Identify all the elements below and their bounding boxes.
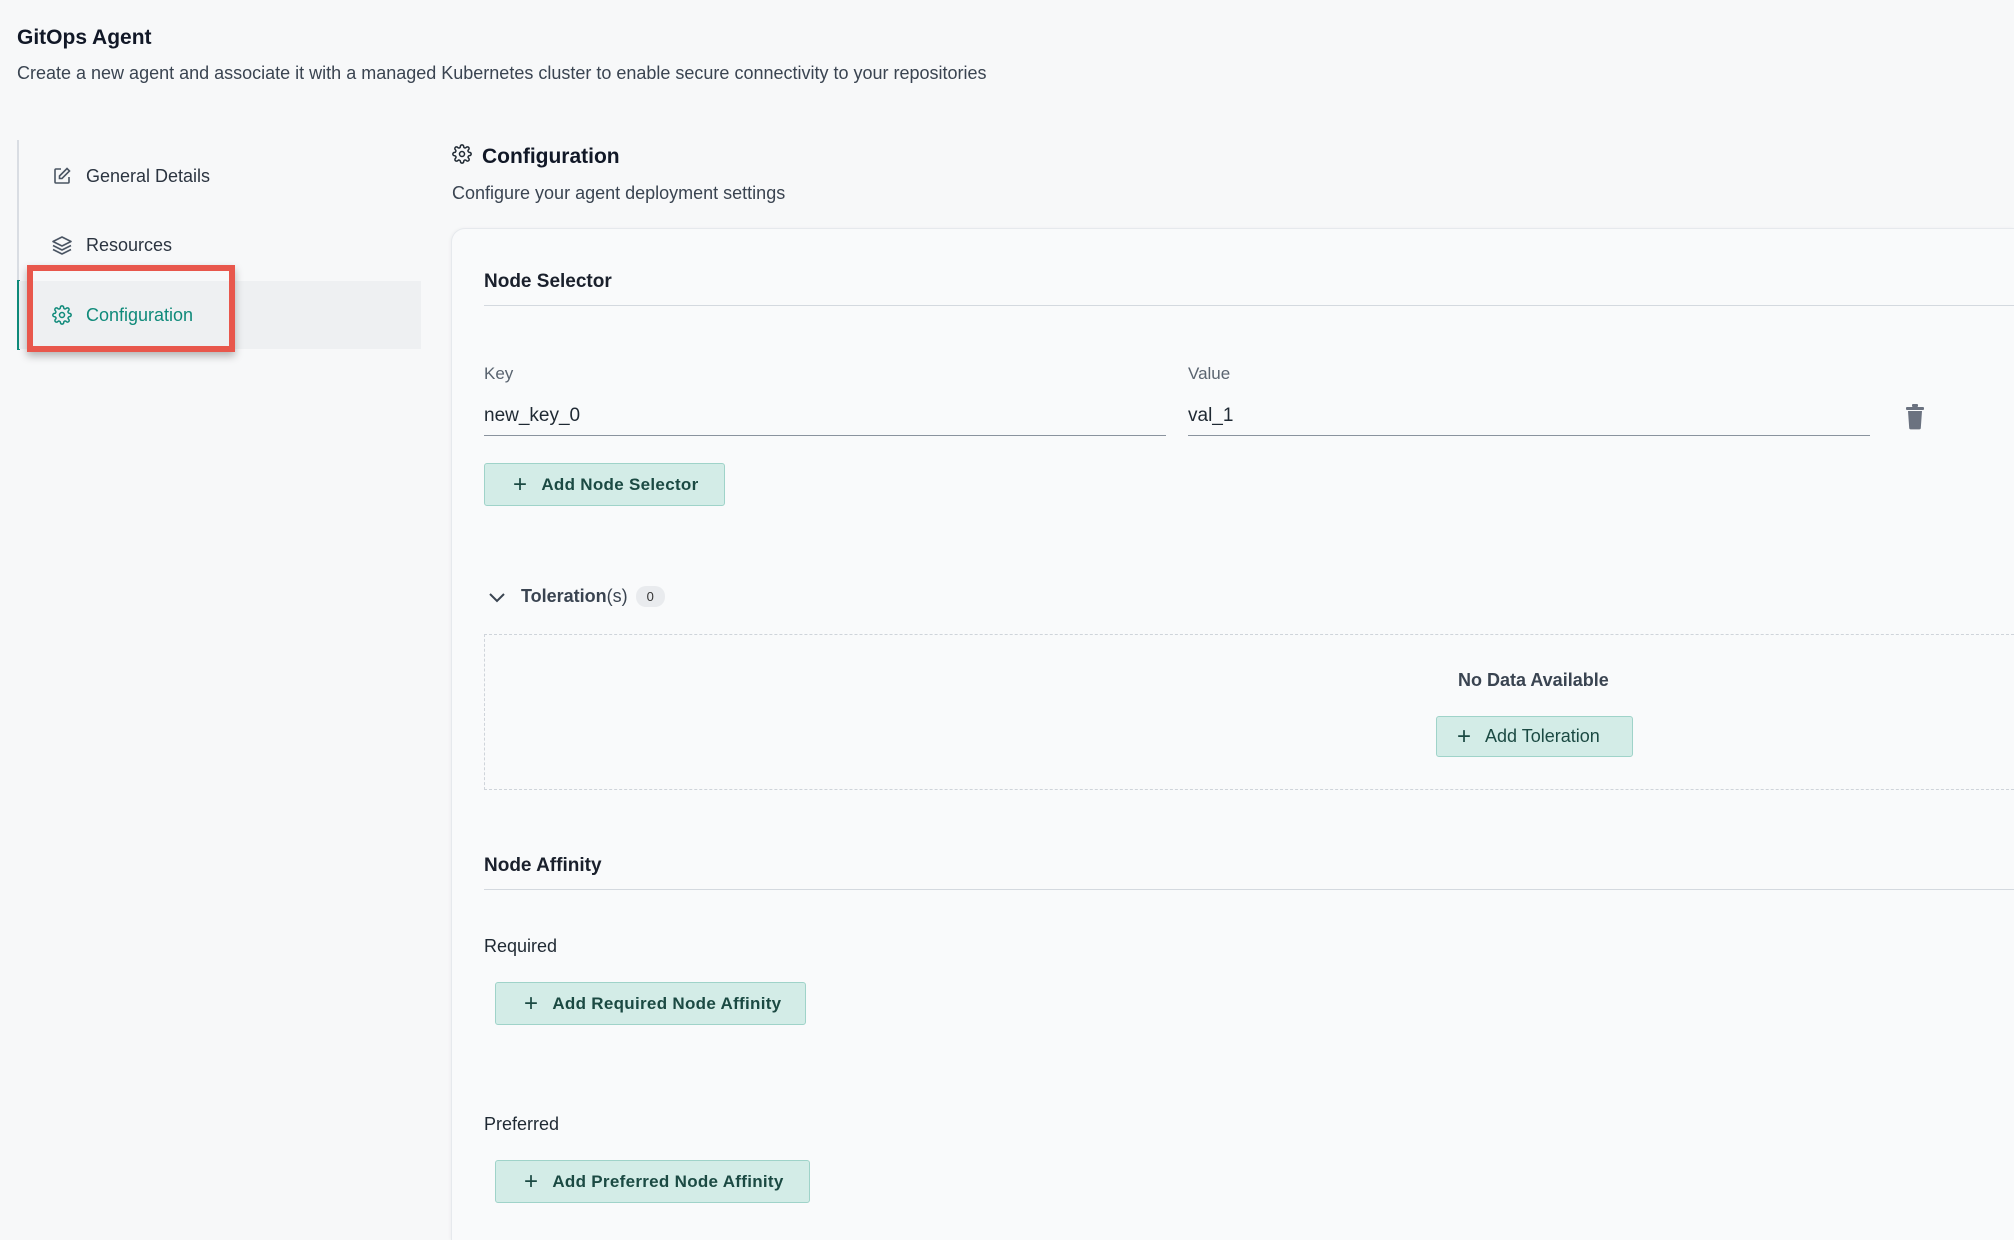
- delete-icon[interactable]: [1904, 404, 1926, 430]
- sidebar-item-configuration[interactable]: Configuration: [19, 281, 421, 349]
- add-preferred-node-affinity-button[interactable]: + Add Preferred Node Affinity: [495, 1160, 810, 1203]
- gear-icon: [452, 144, 472, 169]
- key-label: Key: [484, 364, 514, 383]
- tolerations-label: Toleration(s): [521, 586, 628, 607]
- sidebar-item-resources[interactable]: Resources: [19, 211, 421, 279]
- preferred-label: Preferred: [484, 1114, 560, 1134]
- plus-icon: +: [524, 1167, 539, 1195]
- tolerations-label-suffix: (s): [606, 586, 628, 606]
- button-label: Add Preferred Node Affinity: [552, 1171, 784, 1191]
- tolerations-empty-state: [484, 634, 2014, 790]
- node-selector-title: Node Selector: [484, 271, 612, 292]
- tolerations-header[interactable]: Toleration(s) 0: [487, 586, 665, 607]
- add-toleration-button[interactable]: + Add Toleration: [1436, 716, 1633, 757]
- section-title: Configuration: [482, 144, 620, 168]
- count-badge: 0: [635, 586, 665, 607]
- no-data-text: No Data Available: [1458, 670, 1609, 690]
- button-label: Add Toleration: [1485, 726, 1600, 746]
- divider: [484, 889, 2014, 890]
- value-label: Value: [1188, 364, 1231, 383]
- key-input[interactable]: [484, 396, 1166, 436]
- section-subtitle: Configure your agent deployment settings: [452, 183, 786, 203]
- page-subtitle: Create a new agent and associate it with…: [17, 63, 987, 83]
- add-required-node-affinity-button[interactable]: + Add Required Node Affinity: [495, 982, 806, 1025]
- main-header: Configuration Configure your agent deplo…: [452, 144, 785, 204]
- gear-icon: [51, 304, 73, 326]
- required-label: Required: [484, 936, 558, 956]
- plus-icon: +: [513, 470, 528, 498]
- sidebar-item-label: Resources: [86, 234, 173, 255]
- edit-icon: [51, 165, 73, 187]
- add-node-selector-button[interactable]: + Add Node Selector: [484, 463, 725, 506]
- value-input[interactable]: [1188, 396, 1870, 436]
- layers-icon: [51, 234, 73, 256]
- page-header: GitOps Agent Create a new agent and asso…: [17, 26, 987, 84]
- button-label: Add Node Selector: [541, 474, 699, 494]
- sidebar-item-general-details[interactable]: General Details: [19, 142, 421, 210]
- node-affinity-title: Node Affinity: [484, 855, 602, 876]
- plus-icon: +: [1457, 722, 1472, 750]
- button-label: Add Required Node Affinity: [552, 993, 782, 1013]
- chevron-down-icon[interactable]: [487, 587, 507, 607]
- tolerations-label-text: Toleration: [521, 586, 607, 606]
- divider: [484, 305, 2014, 306]
- page-title: GitOps Agent: [17, 26, 152, 49]
- sidebar-item-label: Configuration: [86, 304, 194, 325]
- sidebar-item-label: General Details: [86, 165, 211, 186]
- plus-icon: +: [524, 989, 539, 1017]
